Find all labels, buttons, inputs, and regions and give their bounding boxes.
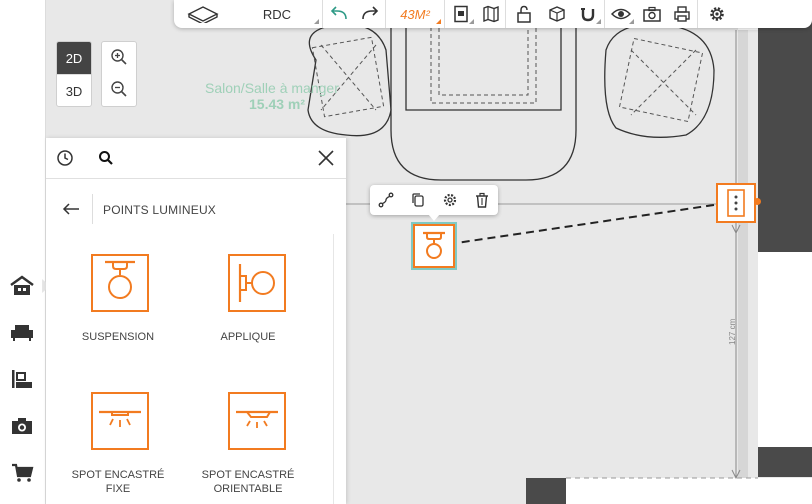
plan-document-button[interactable] [445, 0, 477, 28]
placed-pendant-light[interactable] [413, 224, 455, 268]
room-name-label: Salon/Salle à manger [205, 80, 339, 96]
map-icon [483, 5, 499, 23]
room-decor-icon[interactable] [8, 367, 36, 393]
connection-handle[interactable] [754, 198, 761, 205]
pendant-light-icon [423, 231, 445, 259]
catalog-item-spot-orientable[interactable]: SPOT ENCASTRÉ ORIENTABLE [188, 390, 328, 504]
header-divider [92, 194, 93, 224]
eye-icon [611, 8, 631, 20]
pendant-light-icon [91, 254, 149, 312]
print-button[interactable] [667, 0, 697, 28]
dimension-label: 127 cm [728, 318, 737, 345]
area-button[interactable]: 43M² [386, 0, 444, 28]
view-2d-button[interactable]: 2D [57, 42, 91, 74]
camera-icon [643, 6, 661, 22]
printer-icon [674, 6, 690, 22]
search-icon[interactable] [98, 150, 114, 166]
catalog-panel: POINTS LUMINEUX SUSPENSION APPLIQUE SPOT… [46, 138, 346, 504]
trash-icon [476, 192, 488, 208]
close-icon[interactable] [316, 148, 336, 168]
recessed-spot-fixed-icon [91, 392, 149, 450]
back-arrow-icon[interactable] [62, 202, 80, 216]
cube-icon [549, 6, 565, 22]
item-label-line2: ORIENTABLE [213, 483, 283, 495]
category-title: POINTS LUMINEUX [103, 203, 217, 217]
recessed-spot-adjustable-icon [228, 392, 286, 450]
visibility-button[interactable] [605, 0, 637, 28]
context-menu-pointer [428, 214, 440, 221]
connect-button[interactable] [374, 188, 398, 212]
document-icon [454, 5, 468, 23]
zoom-out-icon[interactable] [110, 80, 128, 98]
settings-button[interactable] [698, 0, 736, 28]
floor-selector[interactable]: RDC [232, 0, 322, 28]
3d-box-button[interactable] [542, 0, 572, 28]
duplicate-button[interactable] [406, 188, 430, 212]
switch-icon [727, 189, 745, 217]
house-icon[interactable] [8, 274, 36, 300]
sofa-icon[interactable] [8, 320, 36, 346]
floor-view-button[interactable] [174, 0, 232, 28]
view-mode-toggle: 2D 3D [56, 41, 92, 107]
left-sidebar [0, 0, 50, 504]
cart-icon[interactable] [8, 460, 36, 486]
panel-top-bar [46, 138, 346, 179]
wall-switch[interactable] [716, 183, 756, 223]
view-3d-button[interactable]: 3D [57, 74, 91, 106]
floor-label: RDC [262, 6, 292, 22]
item-label: APPLIQUE [220, 331, 276, 343]
history-icon[interactable] [56, 149, 74, 167]
delete-button[interactable] [470, 188, 494, 212]
redo-button[interactable] [355, 0, 385, 28]
zoom-in-icon[interactable] [110, 48, 128, 66]
link-path-icon [378, 192, 394, 208]
lock-icon [517, 5, 531, 23]
photo-button[interactable] [637, 0, 667, 28]
area-label: 43M² [400, 6, 430, 22]
map-button[interactable] [477, 0, 505, 28]
top-toolbar: RDC 43M² [174, 0, 812, 28]
object-settings-button[interactable] [438, 188, 462, 212]
gear-icon [710, 7, 724, 21]
panel-scrollbar[interactable] [333, 234, 334, 504]
floor-plane-icon [187, 6, 219, 23]
item-label-line2: FIXE [105, 483, 131, 495]
undo-button[interactable] [323, 0, 355, 28]
lock-button[interactable] [506, 0, 542, 28]
item-label-line1: SPOT ENCASTRÉ [71, 469, 165, 481]
wall-light-icon [228, 254, 286, 312]
undo-icon [330, 6, 347, 20]
magnet-button[interactable] [572, 0, 604, 28]
gear-icon [443, 193, 457, 207]
copy-icon [412, 193, 424, 207]
catalog-item-suspension[interactable]: SUSPENSION [48, 250, 188, 360]
item-label: SUSPENSION [81, 331, 155, 343]
room-area-label: 15.43 m² [249, 96, 306, 112]
camera-icon[interactable] [8, 414, 36, 440]
redo-icon [362, 6, 379, 20]
catalog-item-spot-fixe[interactable]: SPOT ENCASTRÉ FIXE [48, 390, 188, 504]
zoom-controls [101, 41, 137, 107]
catalog-item-applique[interactable]: APPLIQUE [188, 250, 328, 360]
item-label-line1: SPOT ENCASTRÉ [201, 469, 295, 481]
object-context-menu [370, 185, 498, 215]
magnet-icon [581, 8, 595, 22]
